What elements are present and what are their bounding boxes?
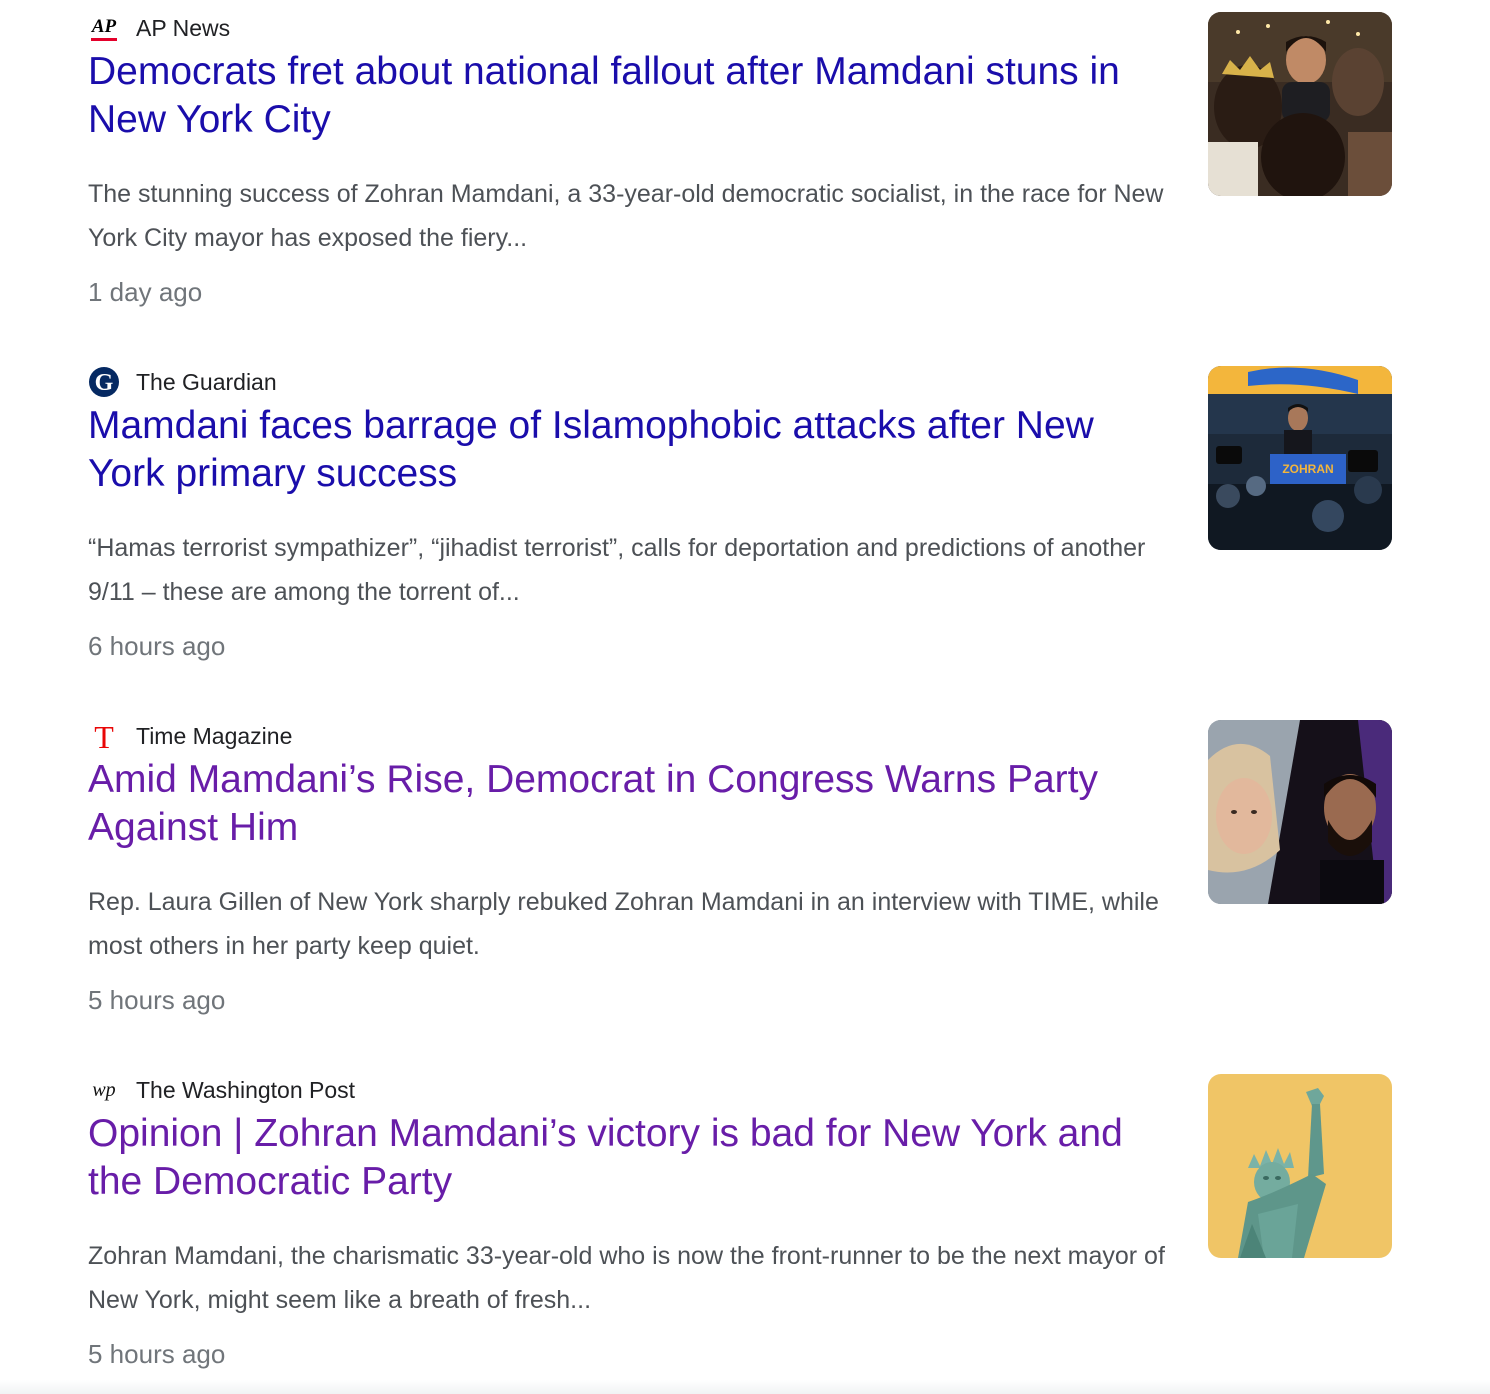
source-name: Time Magazine <box>136 722 293 749</box>
source-row: AP AP News <box>88 12 230 44</box>
news-article-card: G The Guardian Mamdani faces barrage of … <box>0 354 1490 708</box>
ap-news-logo-icon: AP <box>88 12 120 44</box>
source-row: T Time Magazine <box>88 720 292 752</box>
split-portrait-photo-icon[interactable] <box>1208 720 1392 904</box>
article-timestamp: 5 hours ago <box>88 1339 226 1369</box>
svg-text:wp: wp <box>92 1079 115 1101</box>
podium-sign-text: ZOHRAN <box>1282 462 1333 476</box>
article-snippet: The stunning success of Zohran Mamdani, … <box>88 180 1164 252</box>
guardian-logo-icon: G <box>88 366 120 398</box>
article-headline-link[interactable]: Opinion | Zohran Mamdani’s victory is ba… <box>88 1110 1178 1206</box>
source-name: AP News <box>136 14 231 41</box>
article-snippet: “Hamas terrorist sympathizer”, “jihadist… <box>88 534 1146 606</box>
article-headline-link[interactable]: Democrats fret about national fallout af… <box>88 48 1178 144</box>
article-timestamp: 1 day ago <box>88 277 203 307</box>
crowd-selfie-photo-icon[interactable] <box>1208 12 1392 196</box>
news-results-feed: AP AP News Democrats fret about national… <box>0 0 1490 1394</box>
svg-text:AP: AP <box>91 16 117 37</box>
news-article-card: T Time Magazine Amid Mamdani’s Rise, Dem… <box>0 708 1490 1062</box>
source-row: G The Guardian <box>88 366 277 398</box>
source-name: The Washington Post <box>136 1076 356 1103</box>
bottom-scroll-fade <box>0 1380 1490 1394</box>
article-headline-link[interactable]: Mamdani faces barrage of Islamophobic at… <box>88 402 1178 498</box>
news-article-card: AP AP News Democrats fret about national… <box>0 0 1490 354</box>
washington-post-logo-icon: wp <box>88 1074 120 1106</box>
article-snippet: Rep. Laura Gillen of New York sharply re… <box>88 888 1159 960</box>
news-article-card: wp The Washington Post Opinion | Zohran … <box>0 1062 1490 1394</box>
article-timestamp: 6 hours ago <box>88 631 226 661</box>
statue-of-liberty-illustration-icon[interactable] <box>1208 1074 1392 1258</box>
article-timestamp: 5 hours ago <box>88 985 226 1015</box>
source-name: The Guardian <box>136 368 277 395</box>
article-snippet: Zohran Mamdani, the charismatic 33-year-… <box>88 1242 1165 1314</box>
time-logo-icon: T <box>88 720 120 752</box>
svg-text:G: G <box>95 370 114 396</box>
source-row: wp The Washington Post <box>88 1074 355 1106</box>
article-headline-link[interactable]: Amid Mamdani’s Rise, Democrat in Congres… <box>88 756 1178 852</box>
rally-podium-photo-icon[interactable]: ZOHRAN <box>1208 366 1392 550</box>
svg-text:T: T <box>94 720 114 752</box>
